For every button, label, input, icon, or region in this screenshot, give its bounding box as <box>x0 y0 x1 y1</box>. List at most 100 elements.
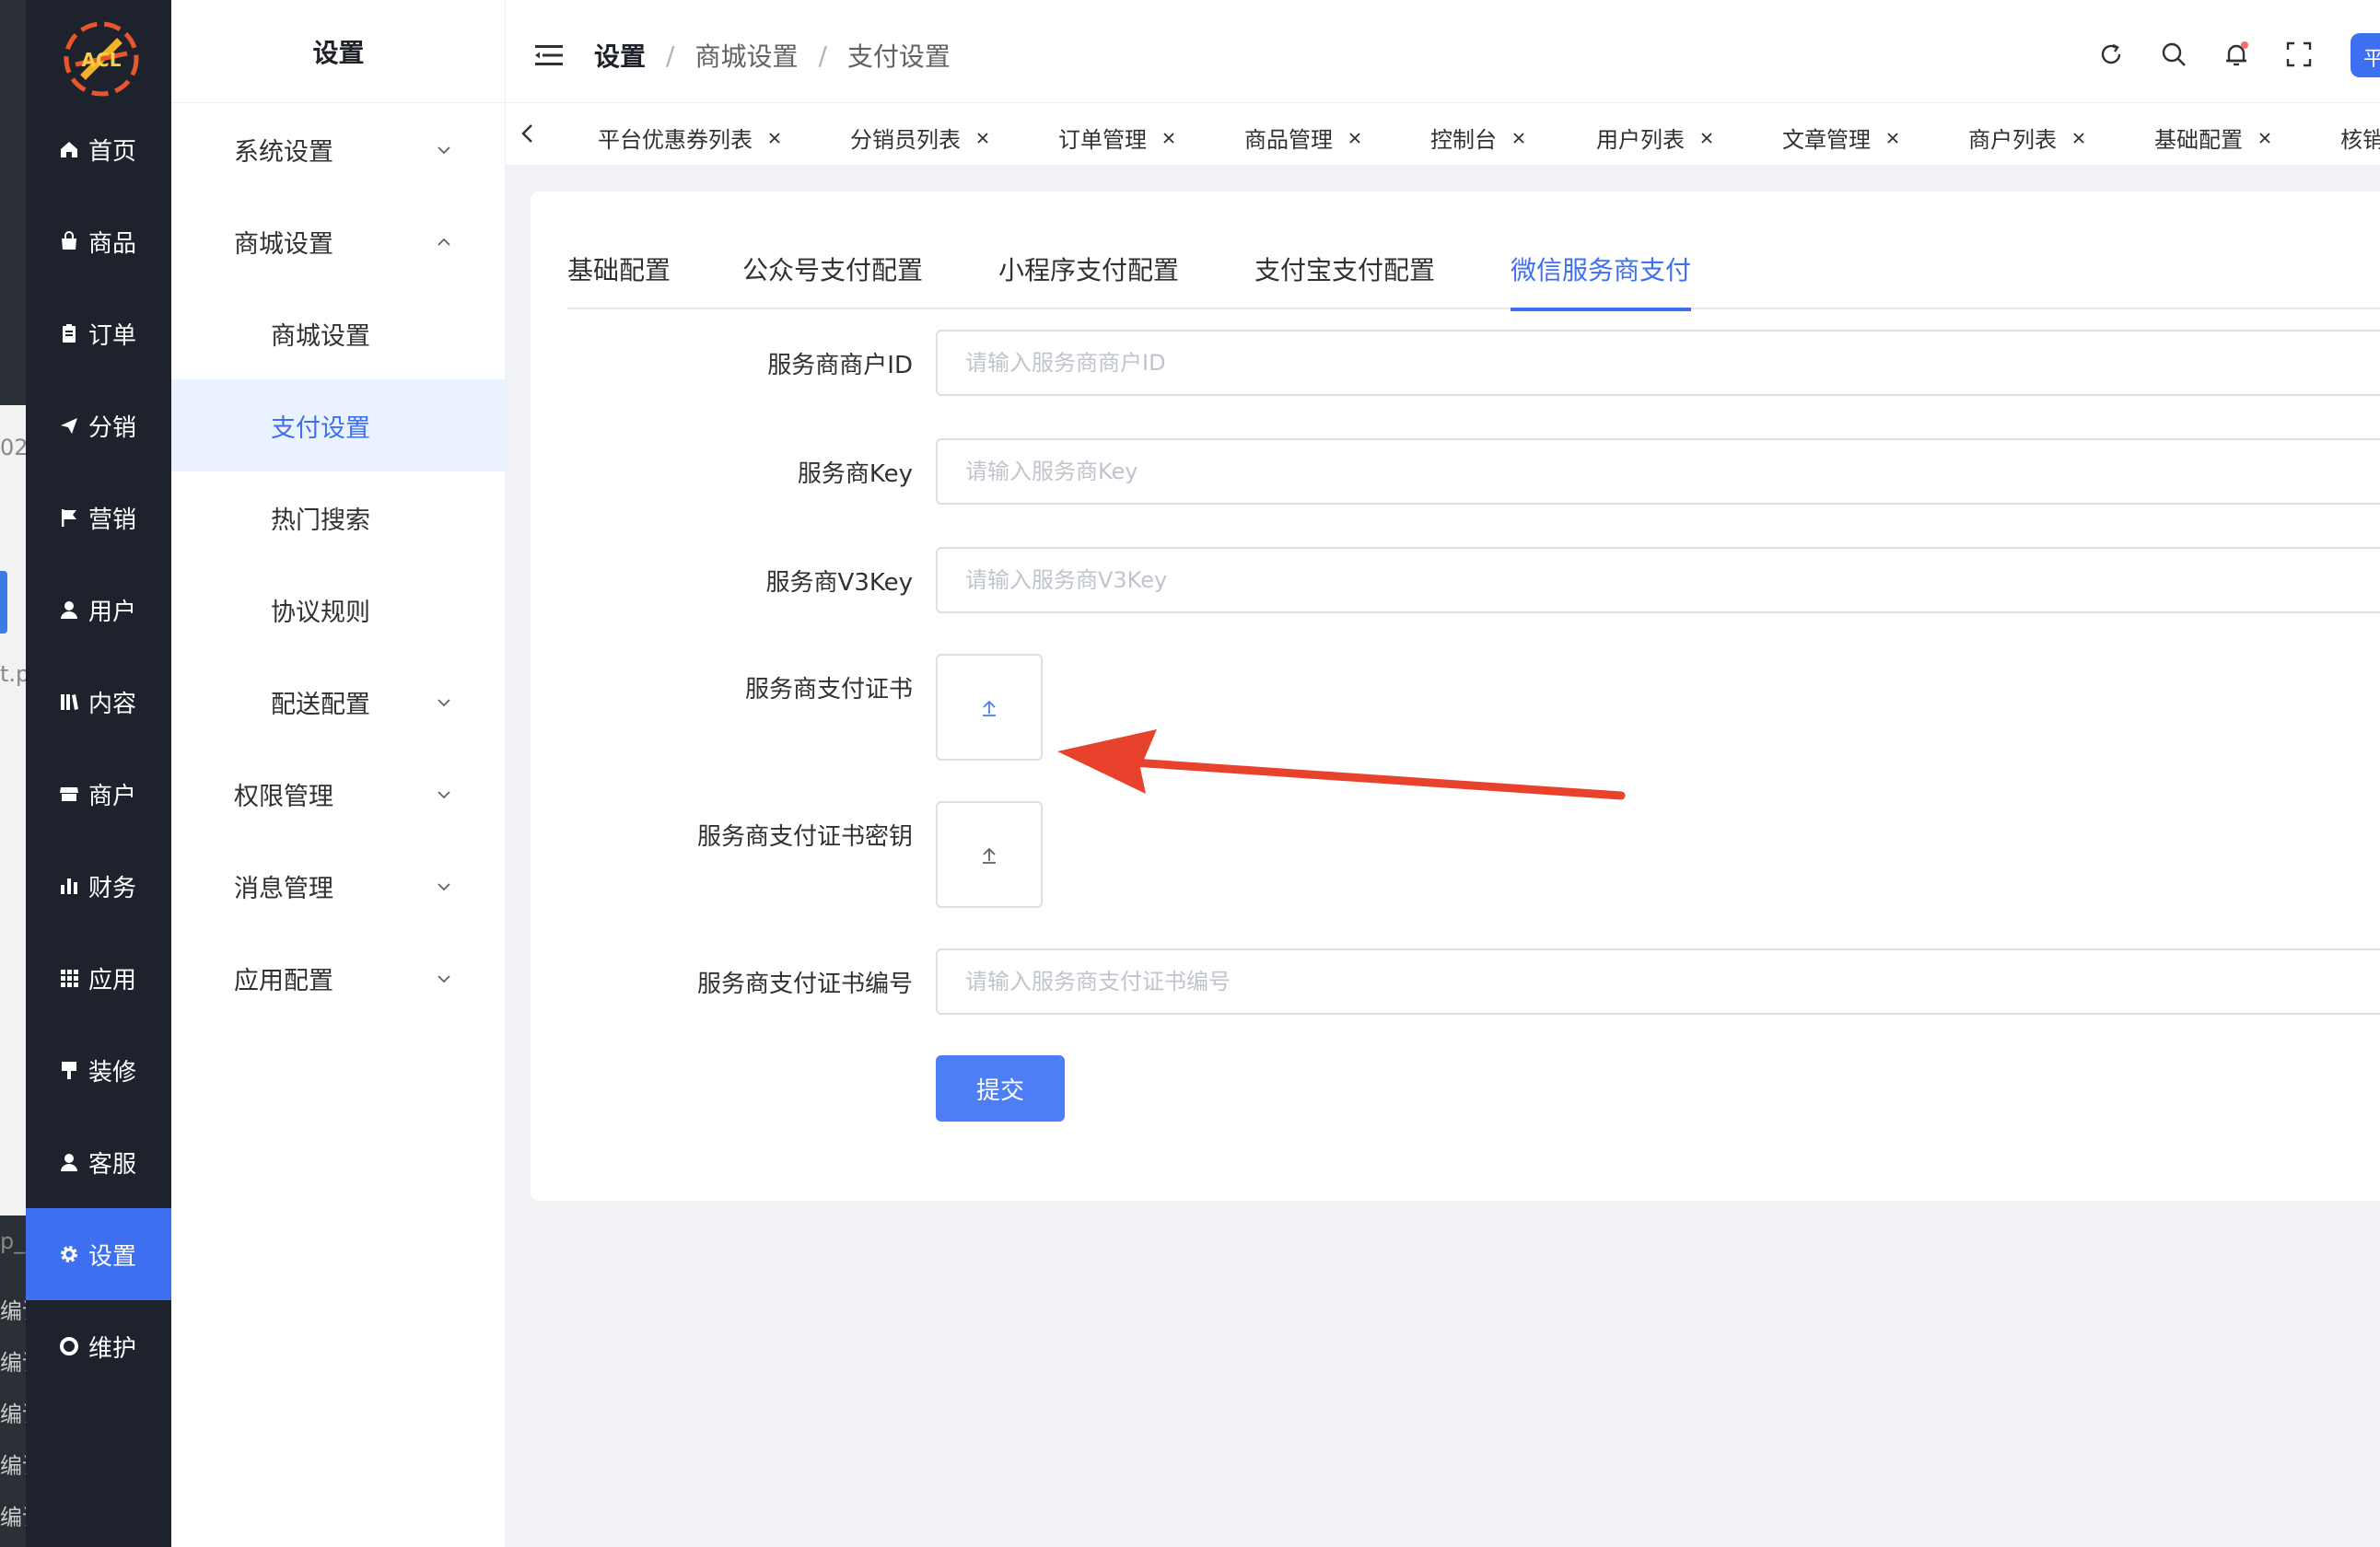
payment-config-tab[interactable]: 公众号支付配置 <box>742 243 923 309</box>
payment-config-tab[interactable]: 微信服务商支付 <box>1511 243 1692 311</box>
opened-tab[interactable]: 用户列表 <box>1596 122 1714 154</box>
chevron-down-icon <box>438 699 450 707</box>
opened-tab[interactable]: 订单管理 <box>1058 122 1176 154</box>
close-icon[interactable] <box>767 131 782 145</box>
fullscreen-icon[interactable] <box>2285 41 2313 68</box>
nav-item[interactable]: 财务 <box>26 840 171 932</box>
opened-tab[interactable]: 商品管理 <box>1244 122 1362 154</box>
flag-icon <box>59 507 79 528</box>
opened-tab[interactable]: 文章管理 <box>1782 122 1900 154</box>
clipboard-icon <box>59 323 79 343</box>
payment-config-tab[interactable]: 支付宝支付配置 <box>1254 243 1435 309</box>
gear-icon <box>59 1244 79 1264</box>
background-window-button <box>0 571 7 634</box>
grid-icon <box>59 968 79 988</box>
nav-item[interactable]: 订单 <box>26 287 171 379</box>
nav-item[interactable]: 应用 <box>26 932 171 1024</box>
opened-tab[interactable]: 平台优惠券列表 <box>598 122 782 154</box>
close-icon[interactable] <box>2258 131 2272 145</box>
close-icon[interactable] <box>1348 131 1362 145</box>
home-icon <box>59 139 79 159</box>
headset-user-icon <box>59 1152 79 1172</box>
opened-tab-label: 订单管理 <box>1058 127 1147 153</box>
nav-item[interactable]: 商户 <box>26 748 171 840</box>
cert-upload-button[interactable] <box>936 654 1043 761</box>
opened-tab-label: 平台优惠券列表 <box>598 127 752 153</box>
upload-icon <box>983 847 996 864</box>
close-icon[interactable] <box>975 131 990 145</box>
submenu-item[interactable]: 配送配置 <box>171 656 506 748</box>
close-icon[interactable] <box>1161 131 1176 145</box>
breadcrumb-item[interactable]: 商城设置 <box>694 37 798 74</box>
payment-config-tab[interactable]: 小程序支付配置 <box>998 243 1179 309</box>
nav-item[interactable]: 设置 <box>26 1208 171 1300</box>
nav-item[interactable]: 商品 <box>26 195 171 287</box>
submenu-item[interactable]: 热门搜索 <box>171 471 506 564</box>
chevron-left-icon[interactable] <box>519 123 537 144</box>
submenu-item[interactable]: 商城设置 <box>171 287 506 379</box>
app-logo[interactable]: ACL <box>55 13 147 105</box>
opened-tab-label: 商品管理 <box>1244 127 1333 153</box>
cert-number-input[interactable] <box>936 948 2380 1015</box>
payment-config-tab[interactable]: 基础配置 <box>567 243 671 309</box>
submenu-item[interactable]: 应用配置 <box>171 932 506 1024</box>
nav-item[interactable]: 首页 <box>26 103 171 195</box>
nav-item[interactable]: 用户 <box>26 564 171 656</box>
refresh-icon[interactable] <box>2097 41 2125 68</box>
opened-tab[interactable]: 商户列表 <box>1968 122 2086 154</box>
nav-item-label: 财务 <box>88 874 137 902</box>
submenu-item-label: 支付设置 <box>271 413 370 443</box>
user-avatar-button[interactable]: 平 <box>2351 33 2380 77</box>
nav-item-label: 设置 <box>88 1242 137 1271</box>
chevron-down-icon <box>438 975 450 983</box>
submenu-item-label: 协议规则 <box>271 598 370 627</box>
nav-item-label: 应用 <box>88 966 137 994</box>
bell-icon[interactable] <box>2222 41 2250 68</box>
background-fragment: 02 <box>0 435 26 460</box>
nav-item[interactable]: 装修 <box>26 1024 171 1116</box>
nav-item[interactable]: 分销 <box>26 379 171 471</box>
opened-tab[interactable]: 基础配置 <box>2154 122 2272 154</box>
close-icon[interactable] <box>1699 131 1714 145</box>
merchant-key-input[interactable] <box>936 438 2380 505</box>
nav-item-label: 维护 <box>88 1334 137 1363</box>
breadcrumb-item[interactable]: 设置 <box>594 37 646 74</box>
background-fragment: 编译 <box>0 1402 26 1427</box>
close-icon[interactable] <box>1511 131 1526 145</box>
close-icon[interactable] <box>2071 131 2086 145</box>
submenu-item[interactable]: 权限管理 <box>171 748 506 840</box>
primary-sidebar: ACL 首页商品 订单 分销营销用户内容商户财务应用装修客服设置维护 <box>26 0 171 1547</box>
submenu-item[interactable]: 消息管理 <box>171 840 506 932</box>
close-icon[interactable] <box>1885 131 1900 145</box>
submenu-item[interactable]: 协议规则 <box>171 564 506 656</box>
merchant-id-input[interactable] <box>936 330 2380 396</box>
settings-submenu: 设置 系统设置 商城设置 商城设置 支付设置 热门搜索 协议规则 配送配置 权限管理 消息管理应… <box>171 0 506 1547</box>
nav-item[interactable]: 维护 <box>26 1300 171 1392</box>
submenu-item[interactable]: 支付设置 <box>171 379 506 471</box>
opened-tab[interactable]: 核销 <box>2340 122 2380 154</box>
search-icon[interactable] <box>2160 41 2188 68</box>
background-window-strip: 02 t.p p_ 编译 编译 编译 编译 编译 <box>0 0 26 1547</box>
nav-item-label: 内容 <box>88 690 137 718</box>
opened-tab[interactable]: 分销员列表 <box>850 122 990 154</box>
merchant-v3key-input[interactable] <box>936 547 2380 613</box>
opened-tab-label: 分销员列表 <box>850 127 961 153</box>
submenu-item-label: 热门搜索 <box>271 506 370 535</box>
lifebuoy-icon <box>59 1336 79 1356</box>
store-icon <box>59 784 79 804</box>
submit-button[interactable]: 提交 <box>936 1055 1065 1122</box>
nav-item-label: 营销 <box>88 506 137 534</box>
nav-item-label: 商户 <box>88 782 137 810</box>
nav-item-label: 首页 <box>88 137 137 166</box>
nav-item[interactable]: 客服 <box>26 1116 171 1208</box>
submenu-title: 设置 <box>171 0 506 103</box>
submenu-item[interactable]: 系统设置 <box>171 103 506 195</box>
nav-item[interactable]: 内容 <box>26 656 171 748</box>
opened-tab[interactable]: 控制台 <box>1430 122 1526 154</box>
submenu-item[interactable]: 商城设置 <box>171 195 506 287</box>
submenu-item-label: 权限管理 <box>234 782 333 811</box>
menu-toggle-icon[interactable] <box>535 44 563 66</box>
nav-item-label: 客服 <box>88 1150 137 1179</box>
cert-key-upload-button[interactable] <box>936 801 1043 908</box>
nav-item[interactable]: 营销 <box>26 471 171 564</box>
